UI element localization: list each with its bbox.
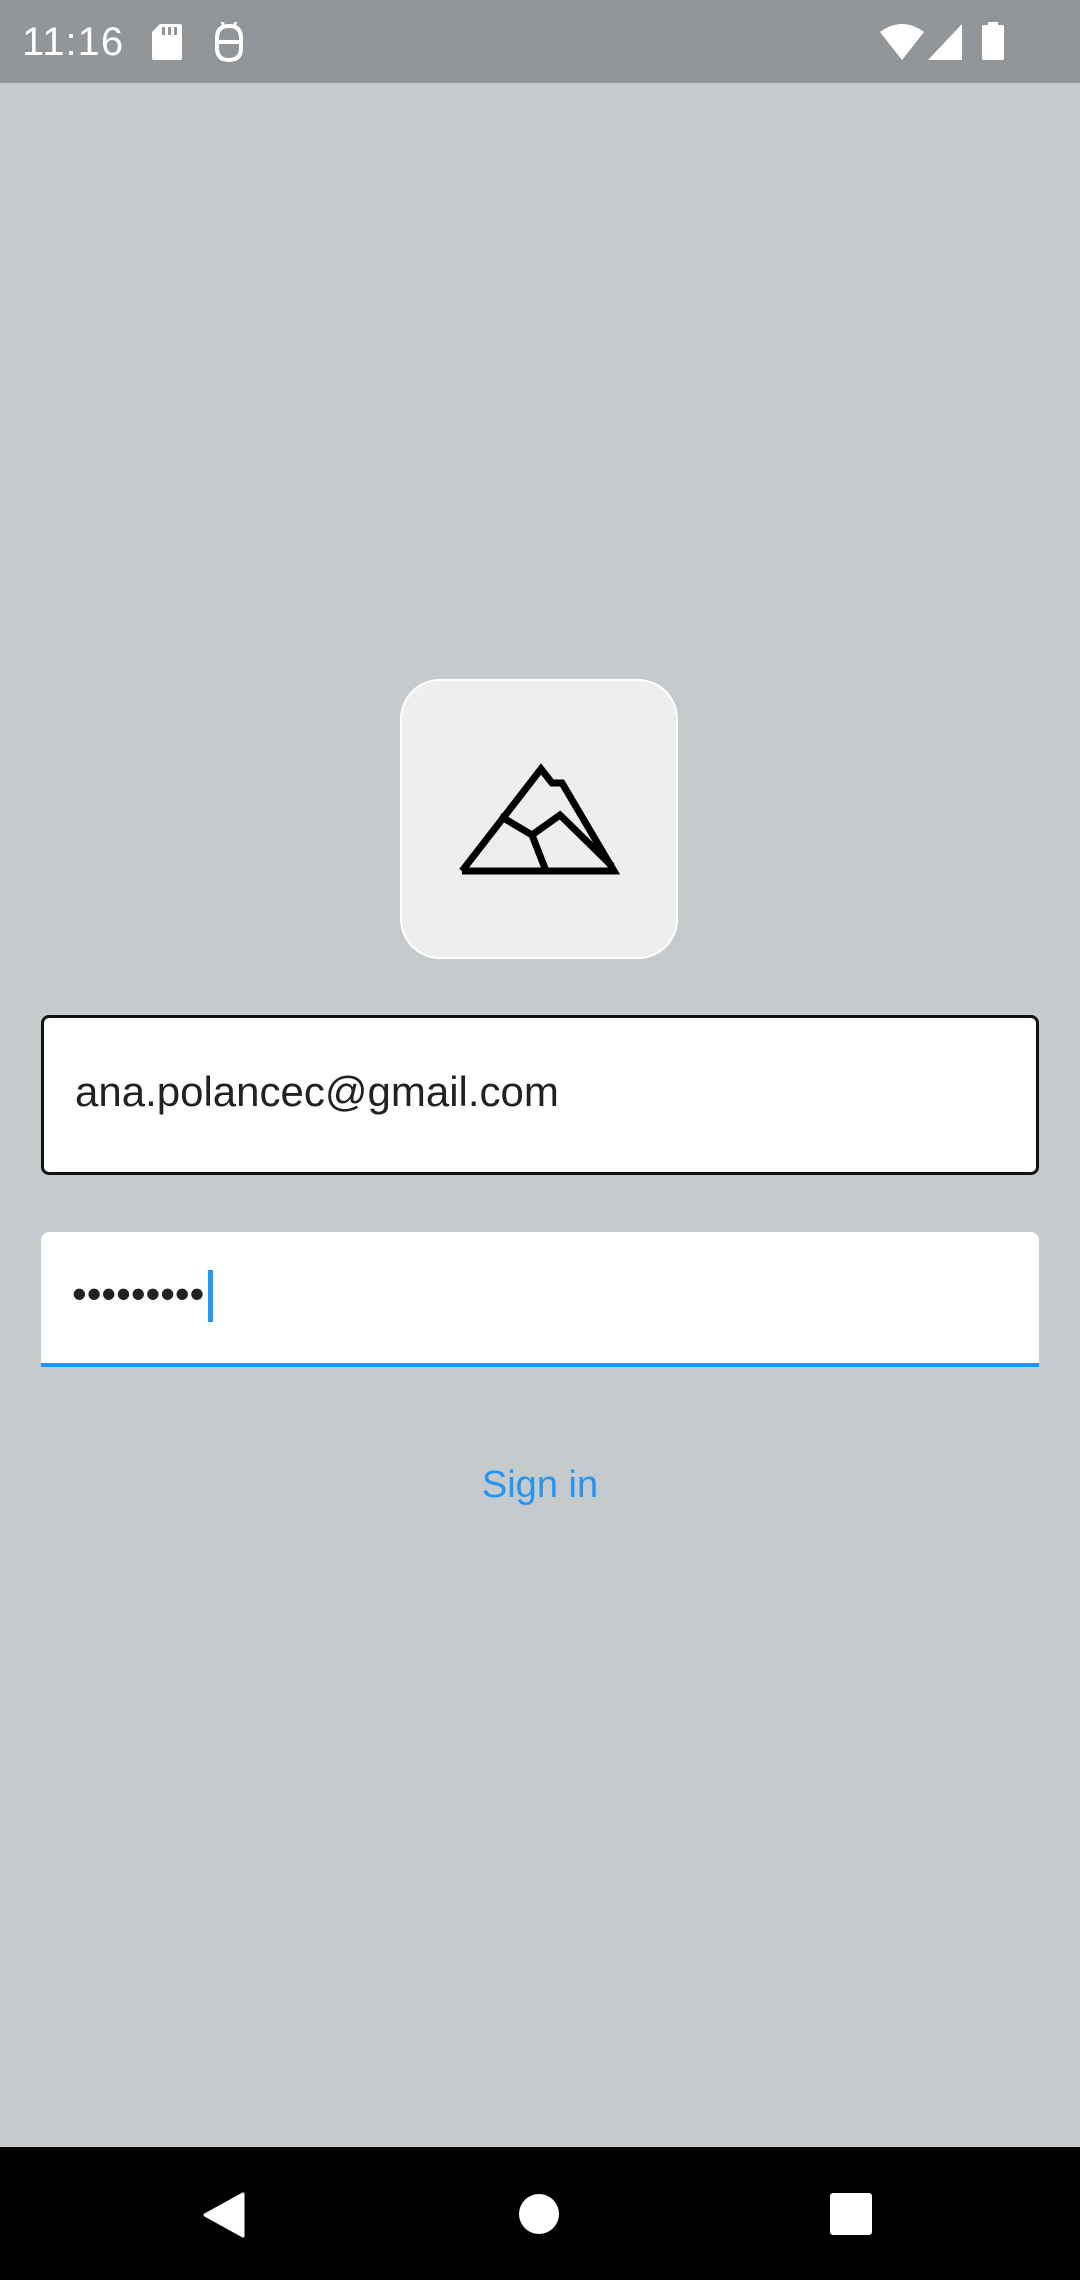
cellular-signal-icon <box>928 24 962 60</box>
wifi-icon <box>880 24 924 60</box>
text-cursor <box>208 1270 213 1322</box>
debug-icon <box>215 22 243 62</box>
mountain-icon <box>459 763 621 875</box>
password-masked-value: ••••••••• <box>72 1270 205 1317</box>
home-icon[interactable] <box>518 2193 560 2235</box>
battery-icon <box>982 22 1004 60</box>
recents-icon[interactable] <box>829 2193 873 2235</box>
app-logo <box>400 679 678 959</box>
password-field[interactable]: ••••••••• <box>41 1232 1039 1367</box>
email-field[interactable]: ana.polancec@gmail.com <box>41 1015 1039 1175</box>
status-time: 11:16 <box>22 20 125 64</box>
sd-card-icon <box>152 24 182 60</box>
email-value: ana.polancec@gmail.com <box>75 1068 559 1115</box>
sign-in-button[interactable]: Sign in <box>440 1455 640 1515</box>
navigation-bar <box>0 2147 1080 2280</box>
back-icon[interactable] <box>203 2192 245 2238</box>
status-bar: 11:16 <box>0 0 1080 83</box>
